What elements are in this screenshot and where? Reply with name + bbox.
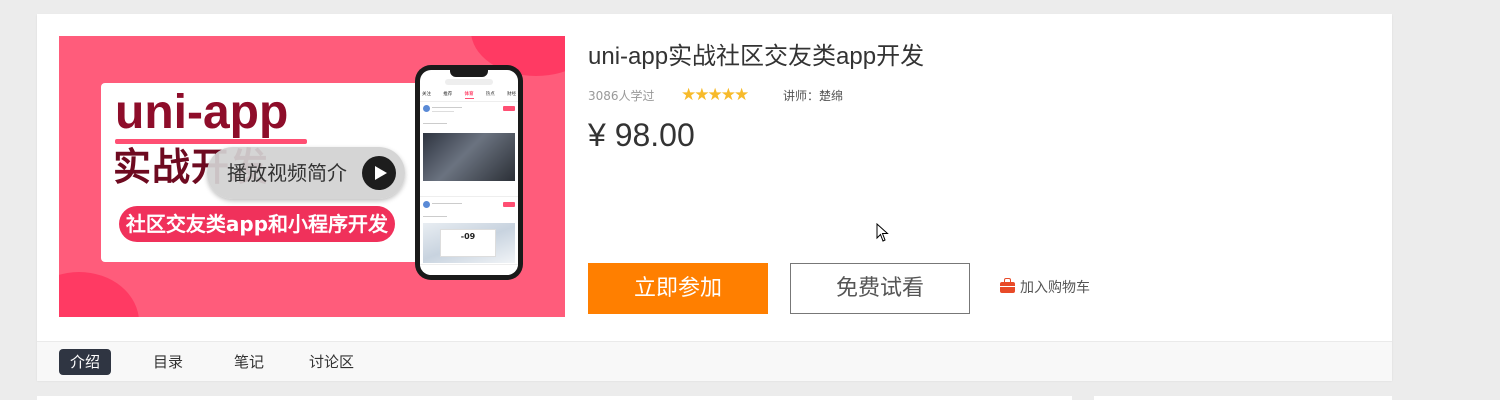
tab-discussion[interactable]: 讨论区 (309, 349, 354, 375)
content-panel (37, 396, 1072, 400)
phone-search-bar (445, 79, 493, 85)
phone-text-line (423, 123, 447, 124)
phone-divider (420, 196, 518, 197)
rating-stars: ★★★★★ (681, 85, 749, 105)
phone-avatar (423, 105, 430, 112)
add-to-cart-label: 加入购物车 (1020, 280, 1090, 296)
phone-tab: 推荐 (443, 92, 453, 97)
mouse-cursor-icon (876, 222, 890, 247)
phone-tabs: 关注 推荐 体育 热点 财经 (422, 91, 516, 99)
phone-screen: 关注 推荐 体育 热点 财经 -09 (420, 70, 518, 275)
phone-text-line (432, 107, 462, 108)
phone-text-line (432, 203, 462, 204)
cover-pill: 社区交友类app和小程序开发 (119, 206, 395, 242)
star-icon: ★ (681, 85, 696, 105)
course-price: ¥ 98.00 (588, 117, 695, 153)
course-tabs: 介绍 目录 笔记 讨论区 (37, 341, 1392, 381)
tab-intro[interactable]: 介绍 (59, 349, 112, 375)
learner-count: 3086人学过 (588, 89, 655, 103)
course-card: uni-app 实战开发 社区交友类app和小程序开发 关注 推荐 体育 热点 … (37, 14, 1392, 381)
star-icon: ★ (720, 85, 736, 105)
course-title: uni-app实战社区交友类app开发 (588, 43, 925, 70)
phone-mockup: 关注 推荐 体育 热点 财经 -09 (415, 65, 523, 280)
star-icon: ★ (694, 85, 709, 105)
phone-tab: 热点 (485, 92, 495, 97)
phone-notch (450, 70, 488, 77)
teacher-name: 讲师：楚绵 (783, 89, 844, 103)
play-intro-label: 播放视频简介 (227, 161, 347, 185)
phone-tab: 体育 (464, 92, 474, 99)
phone-banner: -09 (440, 229, 496, 257)
phone-post-image (423, 133, 515, 181)
phone-text-line (432, 111, 454, 112)
star-icon: ★ (707, 85, 723, 105)
course-cover[interactable]: uni-app 实战开发 社区交友类app和小程序开发 关注 推荐 体育 热点 … (59, 36, 565, 317)
phone-tab: 关注 (422, 92, 431, 97)
add-to-cart-link[interactable]: 加入购物车 (1000, 277, 1090, 299)
phone-text-line (423, 216, 447, 217)
phone-follow-tag (503, 106, 515, 111)
free-trial-button[interactable]: 免费试看 (790, 263, 970, 314)
cover-headline: uni-app (115, 86, 289, 139)
cart-icon (1000, 278, 1015, 293)
cover-decoration (59, 272, 139, 317)
phone-divider (420, 101, 518, 102)
side-panel (1094, 396, 1392, 400)
phone-follow-tag (503, 202, 515, 207)
play-intro-video-button[interactable]: 播放视频简介 (207, 147, 405, 199)
phone-avatar (423, 201, 430, 208)
tab-catalog[interactable]: 目录 (153, 349, 183, 375)
star-icon: ★ (734, 85, 749, 105)
phone-tab: 财经 (507, 92, 516, 97)
phone-bottom-nav (420, 264, 518, 275)
tab-notes[interactable]: 笔记 (234, 349, 264, 375)
join-course-button[interactable]: 立即参加 (588, 263, 768, 314)
play-icon (362, 156, 396, 190)
